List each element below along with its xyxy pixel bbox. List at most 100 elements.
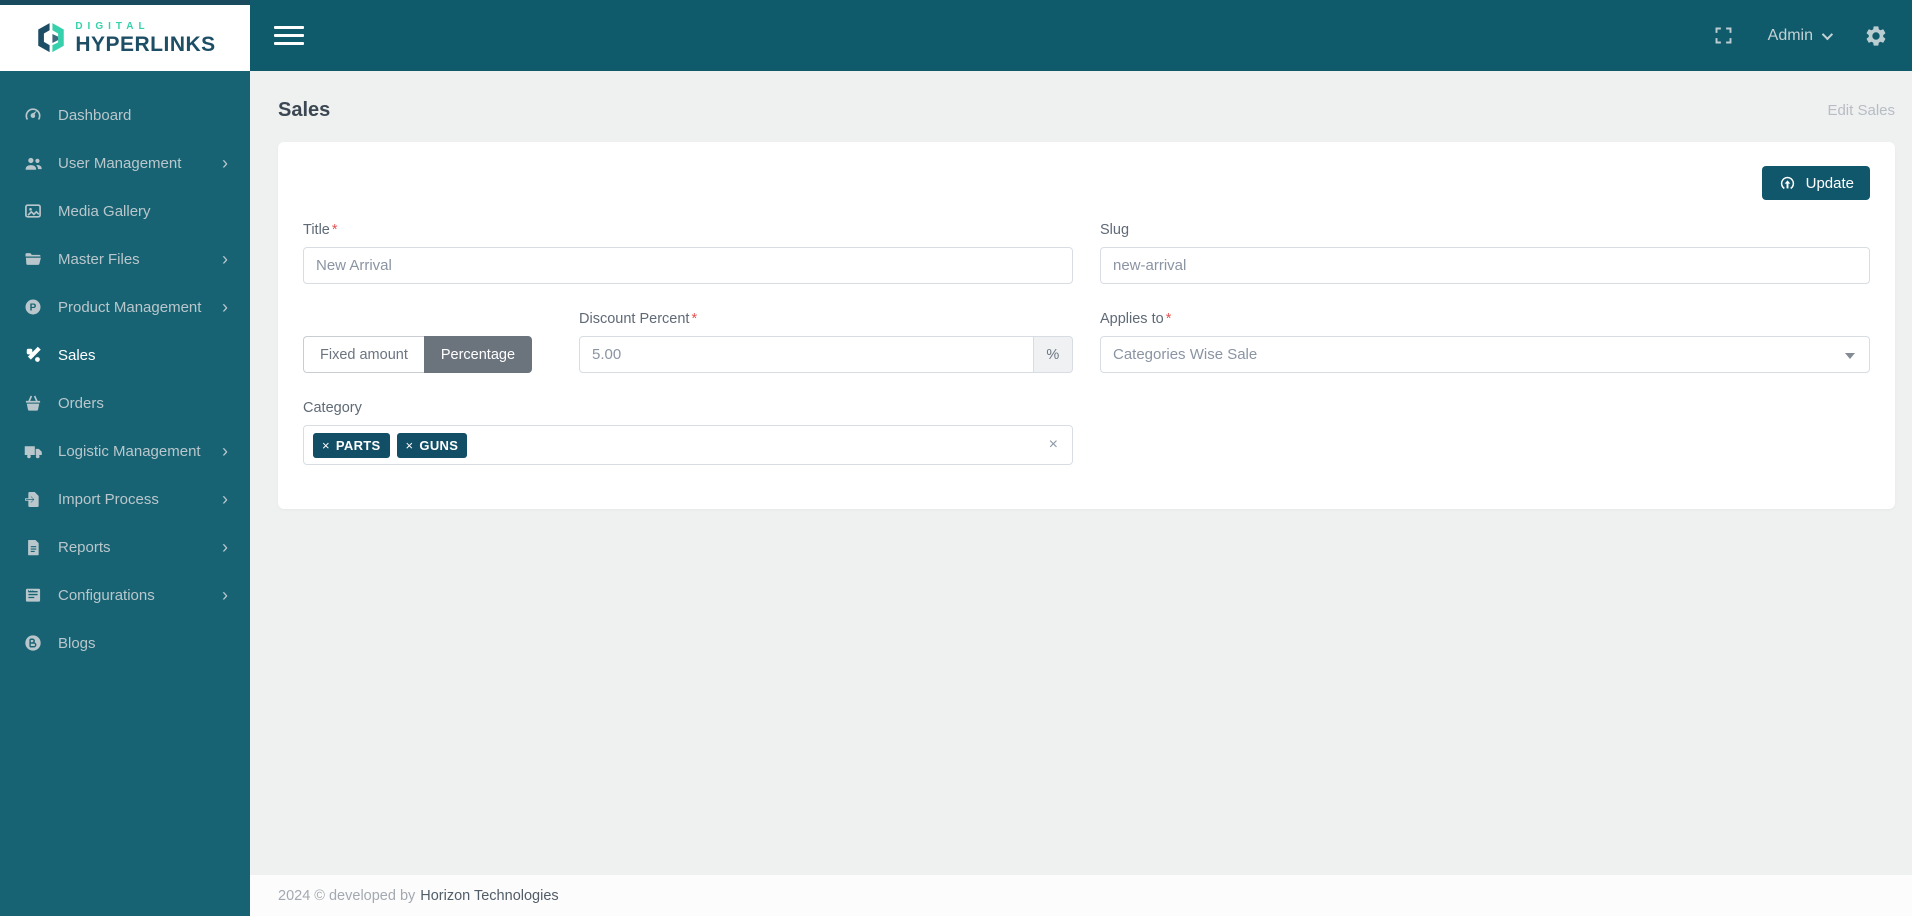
chevron-right-icon: › bbox=[222, 153, 228, 173]
footer-company-link[interactable]: Horizon Technologies bbox=[420, 888, 558, 904]
chevron-down-icon bbox=[1845, 353, 1855, 359]
chevron-right-icon: › bbox=[222, 489, 228, 509]
discount-type-toggle: Fixed amount Percentage bbox=[303, 336, 533, 373]
sidebar-item-configurations[interactable]: Configurations › bbox=[0, 571, 250, 619]
sidebar-item-label: Master Files bbox=[58, 250, 140, 268]
sidebar-item-user-management[interactable]: User Management › bbox=[0, 139, 250, 187]
hamburger-menu-icon[interactable] bbox=[274, 21, 304, 50]
sidebar-item-dashboard[interactable]: Dashboard bbox=[0, 91, 250, 139]
gear-icon[interactable] bbox=[1864, 24, 1888, 48]
slug-input[interactable] bbox=[1100, 247, 1870, 284]
sidebar-item-label: Import Process bbox=[58, 490, 159, 508]
brand-digital-label: DIGITAL bbox=[75, 20, 150, 32]
title-label: Title * bbox=[303, 222, 338, 238]
main-area: Admin Sales Edit Sales Update Title * Ne… bbox=[250, 0, 1912, 916]
sidebar-item-orders[interactable]: Orders bbox=[0, 379, 250, 427]
footer-copyright: 2024 © developed by bbox=[278, 887, 416, 904]
sidebar-item-import-process[interactable]: Import Process › bbox=[0, 475, 250, 523]
brand-hexagon-icon bbox=[34, 20, 68, 56]
sidebar-item-product-management[interactable]: P Product Management › bbox=[0, 283, 250, 331]
report-icon bbox=[22, 536, 44, 558]
chevron-right-icon: › bbox=[222, 537, 228, 557]
chevron-right-icon: › bbox=[222, 297, 228, 317]
sales-form: Title* Slug Fixed amount Percentage bbox=[303, 222, 1870, 465]
discount-percent-label: Discount Percent * bbox=[579, 311, 698, 327]
category-tag-label: GUNS bbox=[419, 437, 459, 453]
sidebar-item-label: Media Gallery bbox=[58, 202, 151, 220]
folder-icon bbox=[22, 248, 44, 270]
svg-text:P: P bbox=[30, 303, 37, 314]
fixed-amount-toggle-button[interactable]: Fixed amount bbox=[303, 336, 424, 373]
sidebar-item-reports[interactable]: Reports › bbox=[0, 523, 250, 571]
required-asterisk: * bbox=[691, 311, 698, 327]
remove-tag-icon[interactable]: × bbox=[322, 438, 330, 453]
sidebar-item-label: User Management bbox=[58, 154, 182, 172]
chevron-right-icon: › bbox=[222, 249, 228, 269]
sidebar-item-label: Sales bbox=[58, 346, 96, 364]
sidebar-item-label: Blogs bbox=[58, 634, 96, 652]
sidebar-item-blogs[interactable]: Blogs bbox=[0, 619, 250, 667]
fullscreen-icon[interactable] bbox=[1713, 25, 1734, 46]
sidebar-item-label: Reports bbox=[58, 538, 111, 556]
update-button[interactable]: Update bbox=[1761, 166, 1870, 200]
sidebar-item-label: Logistic Management bbox=[58, 442, 201, 460]
page-header: Sales Edit Sales bbox=[250, 71, 1912, 142]
required-asterisk: * bbox=[331, 222, 338, 238]
slug-label: Slug bbox=[1100, 222, 1130, 238]
admin-user-menu[interactable]: Admin bbox=[1767, 26, 1834, 45]
update-button-label: Update bbox=[1805, 174, 1854, 192]
sidebar-nav: Dashboard User Management › Media Galler… bbox=[0, 71, 250, 667]
clear-all-icon[interactable]: × bbox=[1049, 436, 1058, 454]
category-label: Category bbox=[303, 400, 362, 416]
brand-hyperlinks-label: HYPERLINKS bbox=[75, 32, 216, 56]
topbar: Admin bbox=[250, 0, 1912, 71]
sidebar-item-master-files[interactable]: Master Files › bbox=[0, 235, 250, 283]
basket-icon bbox=[22, 392, 44, 414]
content-area: Sales Edit Sales Update Title * New Arri… bbox=[250, 71, 1912, 916]
sidebar-item-label: Configurations bbox=[58, 586, 155, 604]
product-icon: P bbox=[22, 296, 44, 318]
title-field-group: Title * bbox=[303, 222, 1073, 284]
sidebar: DIGITAL HYPERLINKS Dashboard User Manage… bbox=[0, 0, 250, 916]
applies-to-label: Applies to * bbox=[1100, 311, 1172, 327]
discount-percent-input[interactable] bbox=[579, 336, 1034, 373]
applies-to-select[interactable]: Categories Wise Sale bbox=[1100, 336, 1870, 373]
category-tag: × PARTS bbox=[313, 432, 390, 458]
remove-tag-icon[interactable]: × bbox=[406, 438, 414, 453]
chevron-right-icon: › bbox=[222, 441, 228, 461]
brand-logo[interactable]: DIGITAL HYPERLINKS bbox=[0, 0, 250, 71]
discount-percent-field-group: Discount Percent* % bbox=[579, 311, 1073, 373]
app-layout: DIGITAL HYPERLINKS Dashboard User Manage… bbox=[0, 0, 1912, 916]
page-subtitle: Edit Sales bbox=[1827, 102, 1895, 119]
sidebar-item-logistic-management[interactable]: Logistic Management › bbox=[0, 427, 250, 475]
config-icon bbox=[22, 584, 44, 606]
applies-to-selected-value: Categories Wise Sale bbox=[1113, 346, 1258, 363]
footer: 2024 © developed by Horizon Technologies bbox=[250, 875, 1912, 916]
image-icon bbox=[22, 200, 44, 222]
percentage-toggle-button[interactable]: Percentage bbox=[423, 336, 533, 373]
title-input[interactable] bbox=[303, 247, 1073, 284]
percent-suffix-addon: % bbox=[1033, 336, 1073, 373]
sidebar-item-label: Product Management bbox=[58, 298, 202, 316]
sidebar-item-sales[interactable]: Sales bbox=[0, 331, 250, 379]
edit-sales-card: Update Title* Slug bbox=[278, 142, 1895, 509]
truck-icon bbox=[22, 440, 44, 462]
users-icon bbox=[22, 152, 44, 174]
page-title: Sales bbox=[278, 99, 331, 121]
slug-field-group: Slug bbox=[1100, 222, 1870, 284]
chevron-right-icon: › bbox=[222, 585, 228, 605]
sidebar-item-label: Orders bbox=[58, 394, 104, 412]
blog-icon bbox=[22, 632, 44, 654]
import-icon bbox=[22, 488, 44, 510]
sidebar-item-media-gallery[interactable]: Media Gallery bbox=[0, 187, 250, 235]
chevron-down-icon bbox=[1821, 28, 1834, 40]
percent-icon bbox=[22, 344, 44, 366]
admin-user-label: Admin bbox=[1767, 26, 1813, 44]
category-multiselect[interactable]: × PARTS × GUNS × bbox=[303, 425, 1073, 465]
category-tag: × GUNS bbox=[396, 432, 468, 458]
category-field-group: Category × PARTS × GUNS × bbox=[303, 400, 1073, 465]
required-asterisk: * bbox=[1165, 311, 1172, 327]
applies-to-field-group: Applies to * Categories Wise Sale bbox=[1100, 311, 1870, 373]
discount-row-group: Fixed amount Percentage Discount Percent… bbox=[303, 311, 1073, 373]
sidebar-item-label: Dashboard bbox=[58, 106, 132, 124]
